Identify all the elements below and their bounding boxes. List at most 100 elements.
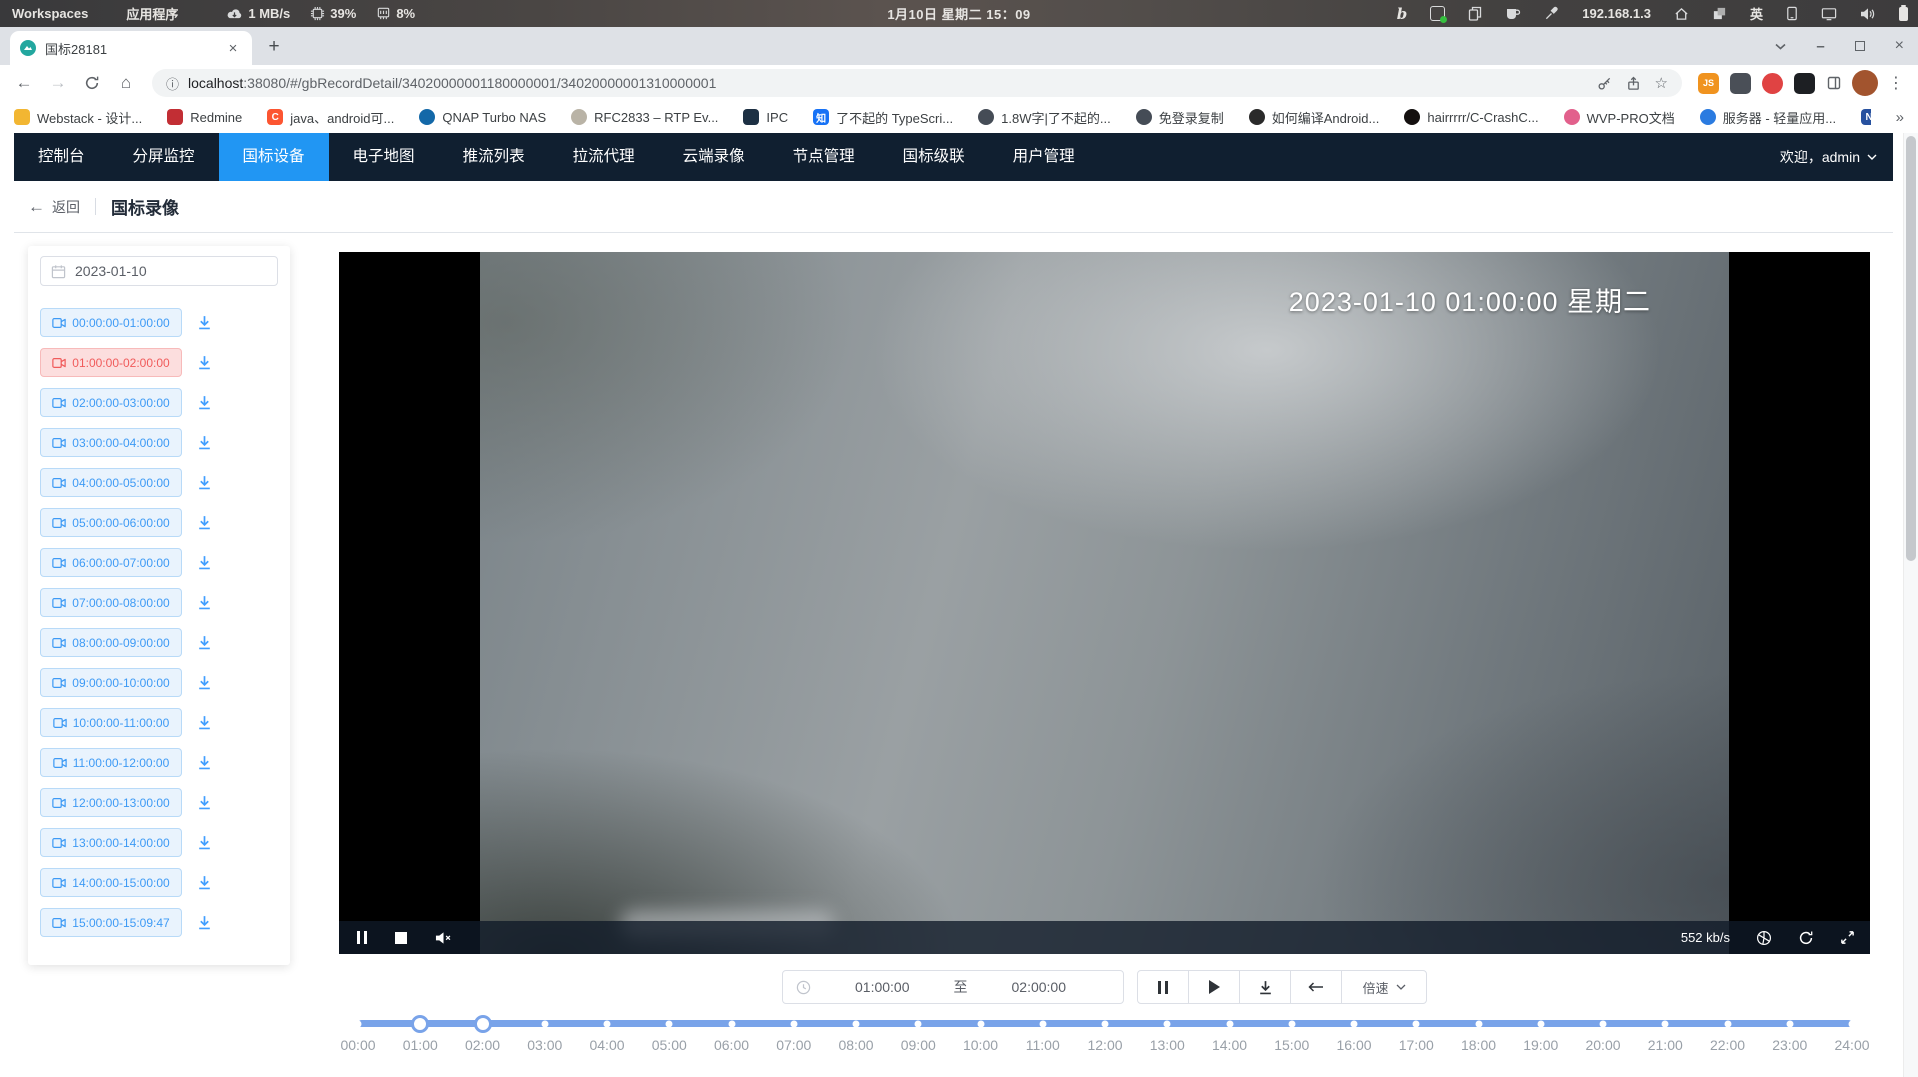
segment-button[interactable]: 15:00:00-15:09:47 bbox=[40, 908, 182, 937]
input-method-indicator[interactable]: 英 bbox=[1750, 4, 1763, 23]
segment-button[interactable]: 02:00:00-03:00:00 bbox=[40, 388, 182, 417]
segment-download-icon[interactable] bbox=[196, 874, 213, 891]
browser-profile-avatar[interactable] bbox=[1852, 70, 1878, 96]
video-player[interactable]: 2023-01-10 01:00:00 星期二 552 kb/s bbox=[339, 252, 1870, 954]
snapshot-icon[interactable] bbox=[1756, 930, 1772, 946]
segment-button[interactable]: 03:00:00-04:00:00 bbox=[40, 428, 182, 457]
segment-download-icon[interactable] bbox=[196, 514, 213, 531]
time-range-input[interactable]: 01:00:00 至 02:00:00 bbox=[782, 970, 1124, 1004]
fullscreen-icon[interactable] bbox=[1840, 930, 1855, 945]
bookmark-item[interactable]: WVP-PRO文档 bbox=[1564, 108, 1675, 127]
nav-tab-8[interactable]: 国标级联 bbox=[879, 133, 989, 181]
window-maximize-button[interactable] bbox=[1855, 41, 1865, 51]
segment-button[interactable]: 12:00:00-13:00:00 bbox=[40, 788, 182, 817]
segment-download-icon[interactable] bbox=[196, 354, 213, 371]
bookmark-item[interactable]: N HDAtmos :: 种子 *... bbox=[1861, 108, 1871, 127]
back-nav-icon[interactable]: ← bbox=[10, 69, 38, 97]
bing-tray-icon[interactable]: b bbox=[1397, 5, 1408, 23]
red-extension-icon[interactable] bbox=[1762, 73, 1783, 94]
segment-download-icon[interactable] bbox=[196, 434, 213, 451]
playback-pause-button[interactable] bbox=[1137, 970, 1189, 1004]
window-switcher-icon[interactable] bbox=[1712, 6, 1727, 21]
segment-button[interactable]: 14:00:00-15:00:00 bbox=[40, 868, 182, 897]
beverage-icon[interactable] bbox=[1505, 7, 1521, 21]
stop-icon[interactable] bbox=[395, 932, 407, 944]
site-info-icon[interactable]: ⓘ bbox=[166, 74, 179, 93]
volume-icon[interactable] bbox=[1860, 7, 1876, 21]
share-icon[interactable] bbox=[1626, 76, 1641, 91]
nav-tab-5[interactable]: 拉流代理 bbox=[549, 133, 659, 181]
volume-muted-icon[interactable] bbox=[435, 931, 452, 945]
home-tray-icon[interactable] bbox=[1674, 7, 1689, 21]
nav-tab-4[interactable]: 推流列表 bbox=[439, 133, 549, 181]
bookmark-star-icon[interactable]: ☆ bbox=[1655, 74, 1668, 92]
segment-button[interactable]: 00:00:00-01:00:00 bbox=[40, 308, 182, 337]
timeline-handle[interactable] bbox=[474, 1015, 492, 1033]
ip-address[interactable]: 192.168.1.3 bbox=[1582, 6, 1651, 21]
playback-seek-back-button[interactable] bbox=[1290, 970, 1342, 1004]
extensions-puzzle-icon[interactable] bbox=[1826, 75, 1842, 91]
window-minimize-button[interactable]: – bbox=[1816, 38, 1824, 55]
home-nav-icon[interactable]: ⌂ bbox=[112, 69, 140, 97]
password-key-icon[interactable] bbox=[1597, 76, 1612, 91]
segment-download-icon[interactable] bbox=[196, 714, 213, 731]
nav-tab-1[interactable]: 分屏监控 bbox=[109, 133, 219, 181]
black-extension-icon[interactable] bbox=[1794, 73, 1815, 94]
page-scrollbar[interactable] bbox=[1903, 133, 1918, 1077]
segment-download-icon[interactable] bbox=[196, 914, 213, 931]
dark-extension-icon[interactable] bbox=[1730, 73, 1751, 94]
nav-tab-0[interactable]: 控制台 bbox=[14, 133, 109, 181]
clock[interactable]: 1月10日 星期二 15：09 bbox=[887, 4, 1030, 23]
color-picker-icon[interactable] bbox=[1544, 6, 1559, 21]
forward-nav-icon[interactable]: → bbox=[44, 69, 72, 97]
segment-download-icon[interactable] bbox=[196, 674, 213, 691]
segment-button[interactable]: 05:00:00-06:00:00 bbox=[40, 508, 182, 537]
browser-tab-active[interactable]: 国标28181 × bbox=[10, 31, 252, 65]
back-button[interactable]: ← 返回 bbox=[28, 197, 80, 217]
segment-download-icon[interactable] bbox=[196, 754, 213, 771]
bookmark-item[interactable]: Webstack - 设计... bbox=[14, 108, 142, 127]
nav-tab-9[interactable]: 用户管理 bbox=[989, 133, 1099, 181]
battery-icon[interactable] bbox=[1899, 7, 1908, 21]
tab-search-chevron-icon[interactable] bbox=[1775, 43, 1786, 50]
range-end-time[interactable]: 02:00:00 bbox=[968, 979, 1111, 995]
segment-button[interactable]: 04:00:00-05:00:00 bbox=[40, 468, 182, 497]
bookmarks-overflow-icon[interactable]: » bbox=[1896, 109, 1904, 126]
segment-download-icon[interactable] bbox=[196, 834, 213, 851]
bookmark-item[interactable]: 服务器 - 轻量应用... bbox=[1700, 108, 1836, 127]
clipboard-icon[interactable] bbox=[1468, 6, 1482, 21]
segment-download-icon[interactable] bbox=[196, 474, 213, 491]
applications-button[interactable]: 应用程序 bbox=[126, 4, 178, 23]
segment-button[interactable]: 10:00:00-11:00:00 bbox=[40, 708, 182, 737]
segment-button[interactable]: 06:00:00-07:00:00 bbox=[40, 548, 182, 577]
js-extension-icon[interactable]: JS bbox=[1698, 73, 1719, 94]
timeline-handle[interactable] bbox=[411, 1015, 429, 1033]
segment-download-icon[interactable] bbox=[196, 594, 213, 611]
user-menu[interactable]: 欢迎，admin bbox=[1780, 147, 1877, 167]
workspaces-button[interactable]: Workspaces bbox=[12, 6, 88, 21]
nav-tab-2[interactable]: 国标设备 bbox=[219, 133, 329, 181]
window-close-button[interactable]: × bbox=[1895, 37, 1904, 55]
bookmark-item[interactable]: C java、android可... bbox=[267, 108, 394, 127]
pause-icon[interactable] bbox=[357, 931, 367, 944]
bookmark-item[interactable]: 1.8W字|了不起的... bbox=[978, 108, 1111, 127]
bookmark-item[interactable]: QNAP Turbo NAS bbox=[419, 109, 546, 125]
bookmark-item[interactable]: RFC2833 – RTP Ev... bbox=[571, 109, 718, 125]
playback-download-button[interactable] bbox=[1239, 970, 1291, 1004]
segment-button[interactable]: 08:00:00-09:00:00 bbox=[40, 628, 182, 657]
nav-tab-7[interactable]: 节点管理 bbox=[769, 133, 879, 181]
bookmark-item[interactable]: hairrrrr/C-CrashC... bbox=[1404, 109, 1538, 125]
range-start-time[interactable]: 01:00:00 bbox=[811, 979, 954, 995]
app-indicator-icon[interactable] bbox=[1430, 6, 1445, 21]
bookmark-item[interactable]: 知 了不起的 TypeScri... bbox=[813, 108, 953, 127]
segment-download-icon[interactable] bbox=[196, 554, 213, 571]
segment-button[interactable]: 09:00:00-10:00:00 bbox=[40, 668, 182, 697]
nav-tab-3[interactable]: 电子地图 bbox=[329, 133, 439, 181]
nav-tab-6[interactable]: 云端录像 bbox=[659, 133, 769, 181]
url-bar[interactable]: ⓘ localhost:38080/#/gbRecordDetail/34020… bbox=[152, 69, 1682, 97]
bookmark-item[interactable]: 免登录复制 bbox=[1136, 108, 1224, 127]
bookmark-item[interactable]: 如何编译Android... bbox=[1249, 108, 1380, 127]
reload-icon[interactable] bbox=[78, 69, 106, 97]
display-icon[interactable] bbox=[1821, 7, 1837, 21]
segment-download-icon[interactable] bbox=[196, 794, 213, 811]
